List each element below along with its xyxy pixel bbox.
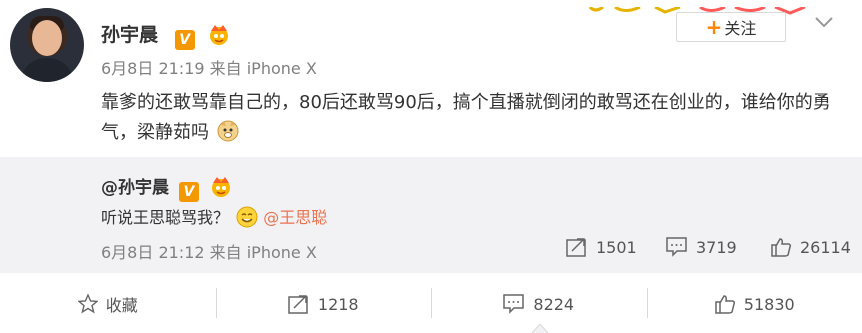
- repost-forward-stat[interactable]: 1501: [566, 237, 637, 257]
- repost-author-row: @孙宇晨 V: [101, 173, 233, 202]
- banner-fragment: [585, 0, 835, 15]
- verified-badge-icon[interactable]: V: [178, 182, 199, 202]
- comment-icon: [666, 237, 687, 257]
- comment-count: 8224: [533, 294, 575, 314]
- author-name[interactable]: 孙宇晨: [101, 24, 158, 46]
- author-name-row: 孙宇晨 V: [101, 20, 231, 50]
- like-count: 51830: [743, 294, 795, 314]
- mention-link[interactable]: @王思聪: [263, 208, 327, 227]
- crown-icon[interactable]: [207, 23, 231, 45]
- comment-button[interactable]: 8224: [431, 284, 647, 324]
- like-button[interactable]: 51830: [646, 284, 862, 324]
- repost-author[interactable]: @孙宇晨: [101, 178, 169, 198]
- post-text: 靠爹的还敢骂靠自己的，80后还敢骂90后，搞个直播就倒闭的敢骂还在创业的，谁给你…: [101, 92, 831, 143]
- doge-emoji-icon: [217, 120, 239, 142]
- reposted-weibo[interactable]: @孙宇晨 V 听说王思聪骂我？ @王思聪 6月8日 21:12 来自 iPhon…: [0, 157, 862, 273]
- repost-meta[interactable]: 6月8日 21:12 来自 iPhone X: [101, 239, 317, 263]
- comment-icon: [503, 294, 525, 314]
- post-meta[interactable]: 6月8日 21:19 来自 iPhone X: [101, 55, 317, 79]
- verified-badge-icon[interactable]: V: [174, 30, 195, 50]
- favorite-label: 收藏: [105, 296, 138, 315]
- forward-icon: [566, 238, 586, 257]
- plus-icon: +: [705, 15, 723, 39]
- repost-text: 听说王思聪骂我？ @王思聪: [101, 206, 328, 228]
- favorite-button[interactable]: 收藏: [0, 284, 216, 324]
- action-bar: 收藏 1218 8224 51830: [0, 284, 862, 324]
- thumbs-up-icon: [771, 238, 792, 257]
- chevron-down-icon[interactable]: [810, 12, 838, 30]
- grin-emoji-icon: [236, 206, 258, 228]
- repost-like-stat[interactable]: 26114: [770, 237, 851, 257]
- follow-button[interactable]: + 关注: [676, 12, 786, 42]
- forward-button[interactable]: 1218: [215, 284, 432, 324]
- repost-comment-stat[interactable]: 3719: [666, 237, 737, 257]
- forward-count: 1218: [317, 294, 359, 314]
- crown-icon[interactable]: [209, 175, 233, 197]
- follow-label: 关注: [724, 19, 757, 38]
- star-icon: [77, 294, 98, 314]
- avatar[interactable]: [10, 8, 84, 82]
- thumbs-up-icon: [715, 295, 735, 314]
- active-caret-icon: [532, 323, 548, 333]
- forward-icon: [288, 295, 308, 314]
